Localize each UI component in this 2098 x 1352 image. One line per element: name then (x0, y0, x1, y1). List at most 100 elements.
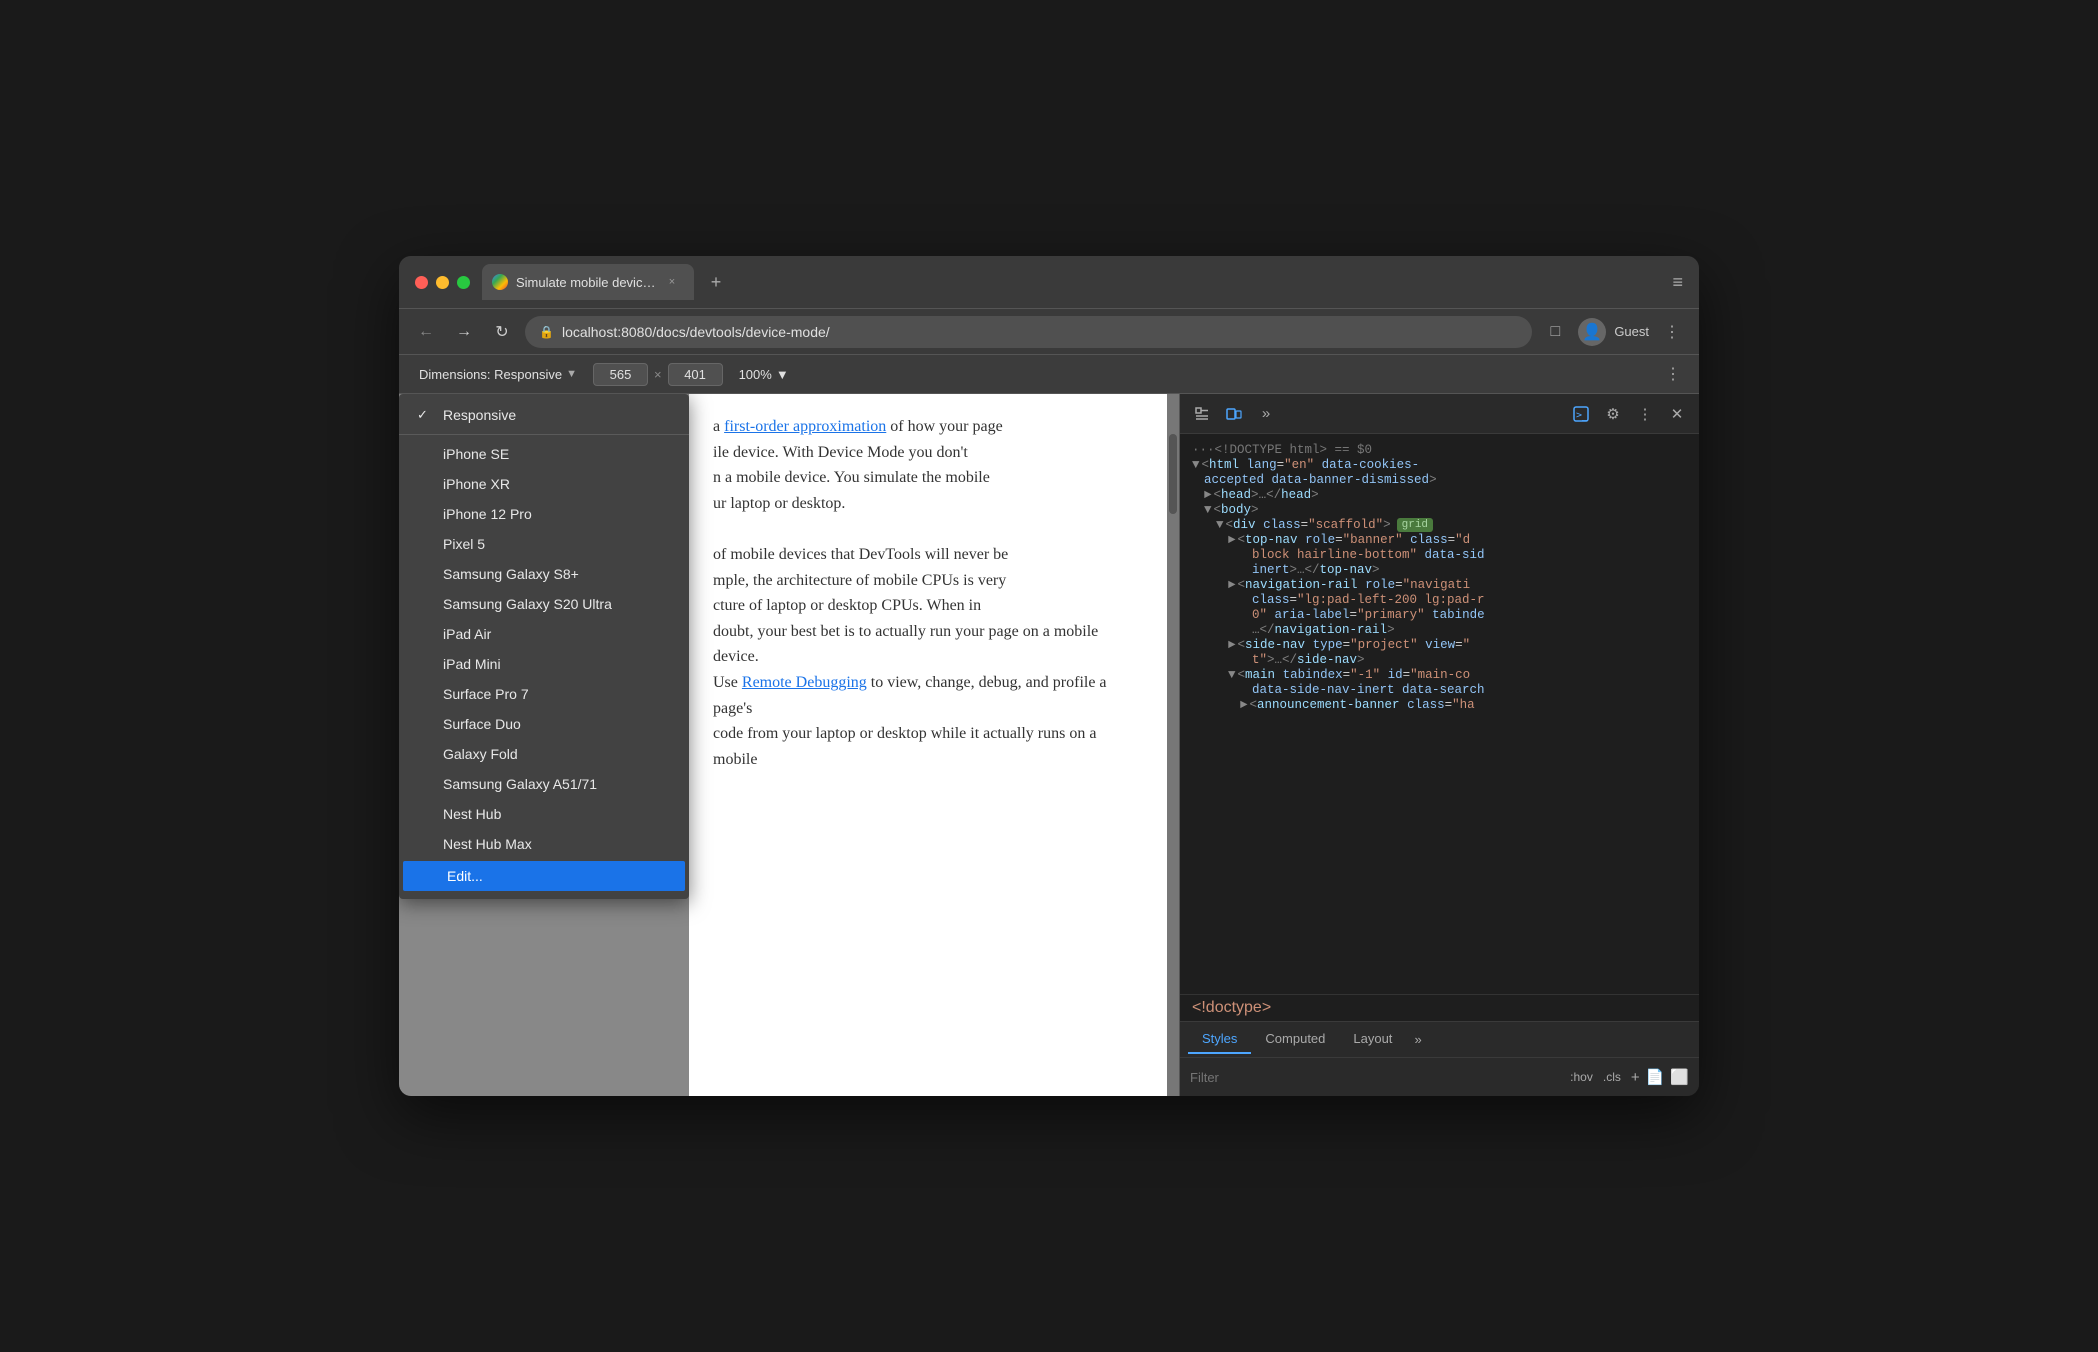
toggle-device-button[interactable]: ⬜ (1670, 1068, 1689, 1086)
dropdown-item-responsive[interactable]: ✓ Responsive (399, 400, 689, 430)
reload-button[interactable]: ↻ (487, 317, 517, 347)
dropdown-item-ipad-air[interactable]: iPad Air (399, 619, 689, 649)
tree-line-html-cont: accepted data-banner-dismissed> (1204, 473, 1687, 487)
dropdown-item-label: Samsung Galaxy S8+ (443, 566, 579, 582)
tab-layout[interactable]: Layout (1339, 1025, 1406, 1054)
tree-line-html[interactable]: ▼ <html lang="en" data-cookies- (1192, 458, 1687, 472)
dropdown-item-samsung-s8[interactable]: Samsung Galaxy S8+ (399, 559, 689, 589)
console-button[interactable]: >_ (1567, 400, 1595, 428)
new-tab-button[interactable]: + (702, 268, 730, 296)
filter-icons: + 📄 ⬜ (1631, 1068, 1689, 1086)
tree-line-nav-rail-cont2: 0" aria-label="primary" tabinde (1252, 608, 1687, 622)
dropdown-item-label: iPhone XR (443, 476, 510, 492)
zoom-arrow-icon: ▼ (776, 367, 789, 382)
height-input[interactable] (668, 363, 723, 386)
dropdown-item-edit[interactable]: Edit... (403, 861, 685, 891)
tree-line-side-nav[interactable]: ► <side-nav type="project" view=" (1228, 638, 1687, 652)
dropdown-item-samsung-a51[interactable]: Samsung Galaxy A51/71 (399, 769, 689, 799)
zoom-label: 100% (739, 367, 772, 382)
cast-button[interactable]: □ (1540, 317, 1570, 347)
size-separator: × (654, 367, 662, 382)
tree-line-announcement[interactable]: ► <announcement-banner class="ha (1240, 698, 1687, 712)
browser-window: Simulate mobile devices with D × + ≡ ← →… (399, 256, 1699, 1096)
user-avatar[interactable]: 👤 (1578, 318, 1606, 346)
page-content: a first-order approximation of how your … (689, 394, 1167, 1096)
dropdown-item-iphone-xr[interactable]: iPhone XR (399, 469, 689, 499)
tree-line-nav-rail[interactable]: ► <navigation-rail role="navigati (1228, 578, 1687, 592)
lock-icon: 🔒 (539, 325, 554, 339)
tree-line-head[interactable]: ► <head> … </head> (1204, 488, 1687, 502)
maximize-button[interactable] (457, 276, 470, 289)
back-button[interactable]: ← (411, 317, 441, 347)
tab-styles[interactable]: Styles (1188, 1025, 1251, 1054)
tree-line-body[interactable]: ▼ <body> (1204, 503, 1687, 517)
address-text: localhost:8080/docs/devtools/device-mode… (562, 324, 830, 340)
dropdown-item-pixel-5[interactable]: Pixel 5 (399, 529, 689, 559)
filter-cls-label: .cls (1603, 1070, 1621, 1084)
dropdown-item-samsung-s20[interactable]: Samsung Galaxy S20 Ultra (399, 589, 689, 619)
more-tabs-button[interactable]: » (1406, 1026, 1429, 1053)
dimensions-arrow-icon: ▼ (566, 368, 577, 380)
dropdown-item-label: Galaxy Fold (443, 746, 518, 762)
device-mode-button[interactable] (1220, 400, 1248, 428)
checkmark-icon: ✓ (417, 407, 433, 423)
devtools-toolbar: Dimensions: Responsive ▼ × 100% ▼ ⋮ (399, 354, 1699, 394)
guest-label: Guest (1614, 324, 1649, 339)
dropdown-item-ipad-mini[interactable]: iPad Mini (399, 649, 689, 679)
tab-title: Simulate mobile devices with D (516, 275, 656, 290)
active-tab[interactable]: Simulate mobile devices with D × (482, 264, 694, 300)
dropdown-item-label: iPhone 12 Pro (443, 506, 532, 522)
tree-line-doctype: ···<!DOCTYPE html> == $0 (1192, 443, 1687, 457)
first-order-link[interactable]: first-order approximation (724, 418, 886, 435)
devtools-more-button[interactable]: ⋮ (1631, 400, 1659, 428)
chrome-icon (492, 274, 508, 290)
device-dropdown-menu: ✓ Responsive iPhone SE iPhone XR iPhone … (399, 394, 689, 899)
page-text: of mobile devices that DevTools will nev… (713, 542, 1143, 568)
more-options-button[interactable]: ⋮ (1659, 360, 1687, 388)
scrollbar-thumb[interactable] (1169, 434, 1177, 514)
minimize-button[interactable] (436, 276, 449, 289)
tabs-area: Simulate mobile devices with D × + (482, 264, 1660, 300)
forward-button[interactable]: → (449, 317, 479, 347)
window-menu-button[interactable]: ≡ (1672, 272, 1683, 293)
close-button[interactable] (415, 276, 428, 289)
navigation-bar: ← → ↻ 🔒 localhost:8080/docs/devtools/dev… (399, 308, 1699, 354)
tab-close-button[interactable]: × (664, 274, 680, 290)
dropdown-item-surface-duo[interactable]: Surface Duo (399, 709, 689, 739)
remote-debugging-link[interactable]: Remote Debugging (742, 674, 867, 691)
more-panels-button[interactable]: » (1252, 400, 1280, 428)
dropdown-item-nest-hub-max[interactable]: Nest Hub Max (399, 829, 689, 859)
dropdown-item-label: Responsive (443, 407, 516, 423)
dropdown-item-iphone-se[interactable]: iPhone SE (399, 439, 689, 469)
tree-line-div-scaffold[interactable]: ▼ <div class="scaffold"> grid (1216, 518, 1687, 532)
zoom-selector[interactable]: 100% ▼ (731, 363, 797, 386)
dropdown-divider (399, 434, 689, 435)
viewport-scrollbar[interactable] (1167, 394, 1179, 1096)
settings-button[interactable]: ⚙ (1599, 400, 1627, 428)
page-text: ile device. With Device Mode you don't (713, 440, 1143, 466)
add-style-rule-button[interactable]: + (1631, 1069, 1640, 1086)
dropdown-item-iphone-12-pro[interactable]: iPhone 12 Pro (399, 499, 689, 529)
tree-line-top-nav[interactable]: ► <top-nav role="banner" class="d (1228, 533, 1687, 547)
chrome-menu-button[interactable]: ⋮ (1657, 317, 1687, 347)
devtools-bottom-panel: Styles Computed Layout » :hov .cls + 📄 ⬜ (1180, 1021, 1699, 1096)
dimensions-label: Dimensions: Responsive (419, 367, 562, 382)
tree-line-main[interactable]: ▼ <main tabindex="-1" id="main-co (1228, 668, 1687, 682)
main-area: ✓ Responsive iPhone SE iPhone XR iPhone … (399, 394, 1699, 1096)
dropdown-item-galaxy-fold[interactable]: Galaxy Fold (399, 739, 689, 769)
filter-input[interactable] (1190, 1070, 1560, 1085)
close-devtools-button[interactable]: ✕ (1663, 400, 1691, 428)
svg-text:>_: >_ (1576, 410, 1589, 421)
dropdown-item-label: Samsung Galaxy S20 Ultra (443, 596, 612, 612)
tab-computed[interactable]: Computed (1251, 1025, 1339, 1054)
viewport-area: ✓ Responsive iPhone SE iPhone XR iPhone … (399, 394, 1179, 1096)
dropdown-item-nest-hub[interactable]: Nest Hub (399, 799, 689, 829)
dropdown-item-label: Surface Duo (443, 716, 521, 732)
dimensions-selector[interactable]: Dimensions: Responsive ▼ (411, 363, 585, 386)
new-stylesheet-button[interactable]: 📄 (1646, 1068, 1665, 1086)
tree-line-main-cont: data-side-nav-inert data-search (1252, 683, 1687, 697)
dropdown-item-surface-pro[interactable]: Surface Pro 7 (399, 679, 689, 709)
inspect-element-button[interactable] (1188, 400, 1216, 428)
width-input[interactable] (593, 363, 648, 386)
address-bar[interactable]: 🔒 localhost:8080/docs/devtools/device-mo… (525, 316, 1532, 348)
